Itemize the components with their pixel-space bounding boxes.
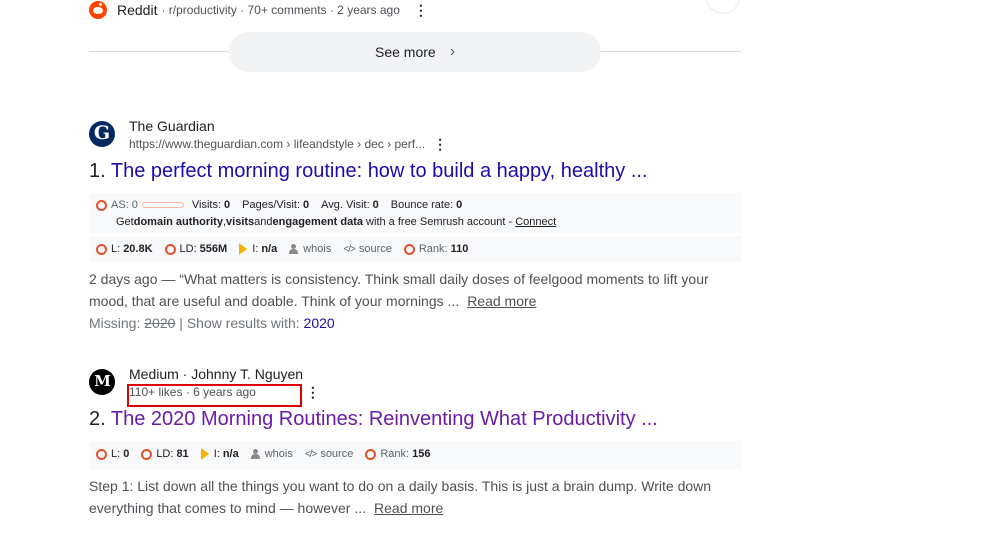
- bing-index-metric[interactable]: I: n/a: [200, 448, 239, 460]
- kebab-icon[interactable]: ⋮: [433, 137, 447, 151]
- bing-icon: [239, 243, 248, 255]
- source-link[interactable]: </> source: [343, 243, 392, 255]
- bounce-rate-metric[interactable]: Bounce rate: 0: [391, 199, 463, 211]
- person-icon: [250, 449, 260, 459]
- rank-metric[interactable]: Rank: 156: [365, 448, 430, 460]
- connect-link[interactable]: Connect: [515, 216, 556, 228]
- missing-term: 2020: [144, 315, 176, 331]
- guardian-logo-icon: G: [89, 121, 115, 147]
- result-title-link[interactable]: 1. The perfect morning routine: how to b…: [89, 158, 648, 184]
- see-more-button[interactable]: See more ›: [229, 32, 601, 72]
- reddit-site-name[interactable]: Reddit: [117, 2, 157, 18]
- whois-link[interactable]: whois: [250, 448, 293, 460]
- result-title-link[interactable]: 2. The 2020 Morning Routines: Reinventin…: [89, 406, 658, 432]
- read-more-link[interactable]: Read more: [467, 293, 536, 309]
- semrush-icon: [96, 199, 107, 211]
- result-site-name[interactable]: The Guardian: [129, 118, 215, 134]
- linking-domains-metric[interactable]: LD: 81: [141, 448, 189, 460]
- links-metric[interactable]: L: 0: [96, 448, 129, 460]
- kebab-icon[interactable]: ⋮: [414, 3, 428, 17]
- as-progress-bar: [141, 202, 184, 208]
- reddit-meta: · r/productivity · 70+ comments · 2 year…: [161, 3, 400, 17]
- medium-logo-icon: M: [89, 369, 115, 395]
- avg-visit-metric[interactable]: Avg. Visit: 0: [321, 199, 379, 211]
- seo-metrics-bar: L: 0 LD: 81 I: n/a whois </> source Rank: 156: [89, 441, 741, 469]
- as-metric: AS: 0: [96, 199, 192, 211]
- reddit-logo-icon: [89, 1, 107, 19]
- links-metric[interactable]: L: 20.8K: [96, 243, 153, 255]
- kebab-icon[interactable]: ⋮: [306, 385, 320, 399]
- see-more-label: See more: [374, 44, 436, 60]
- code-icon: </>: [304, 448, 318, 460]
- reddit-result-source: Reddit · r/productivity · 70+ comments ·…: [89, 0, 428, 20]
- missing-terms: Missing: 2020 | Show results with: 2020: [89, 315, 335, 331]
- result-snippet: 2 days ago — “What matters is consistenc…: [89, 271, 709, 309]
- highlight-annotation: [127, 384, 302, 407]
- code-icon: </>: [343, 243, 356, 255]
- rank-metric[interactable]: Rank: 110: [403, 243, 468, 255]
- pages-visit-metric[interactable]: Pages/Visit: 0: [242, 199, 309, 211]
- person-icon: [289, 244, 299, 254]
- whois-link[interactable]: whois: [289, 243, 331, 255]
- scroll-up-button[interactable]: [705, 0, 741, 14]
- chevron-right-icon: ›: [449, 43, 456, 60]
- source-link[interactable]: </> source: [305, 448, 354, 460]
- result-url-row: https://www.theguardian.com › lifeandsty…: [129, 137, 447, 151]
- semrush-promo: Get domain authority, visits and engagem…: [116, 216, 557, 228]
- result-site-name[interactable]: Medium · Johnny T. Nguyen: [129, 366, 303, 382]
- semrush-metrics-row: AS: 0 Visits: 0 Pages/Visit: 0 Avg. Visit: 0…: [89, 195, 741, 215]
- bing-icon: [200, 448, 209, 460]
- bing-index-metric[interactable]: I: n/a: [239, 243, 277, 255]
- show-results-with-link[interactable]: 2020: [304, 315, 335, 331]
- seo-metrics-bar: L: 20.8K LD: 556M I: n/a whois </> source Ra…: [89, 236, 741, 262]
- visits-metric[interactable]: Visits: 0: [192, 199, 230, 211]
- semrush-bar: AS: 0 Visits: 0 Pages/Visit: 0 Avg. Visit: 0…: [89, 193, 741, 233]
- result-snippet: Step 1: List down all the things you wan…: [89, 478, 712, 516]
- read-more-link[interactable]: Read more: [374, 500, 443, 516]
- linking-domains-metric[interactable]: LD: 556M: [164, 243, 227, 255]
- result-url[interactable]: https://www.theguardian.com › lifeandsty…: [129, 137, 425, 151]
